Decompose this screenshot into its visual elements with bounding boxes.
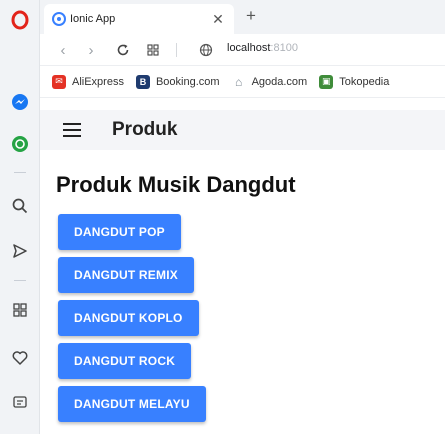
close-tab-icon[interactable]: ✕ [208,9,228,29]
bookmark-label: Agoda.com [251,75,308,88]
tabs-overview-icon[interactable] [142,39,164,61]
booking-icon: B [135,74,150,89]
dangdut-koplo-button[interactable]: DANGDUT KOPLO [58,300,199,336]
menu-icon[interactable] [54,112,90,148]
bookmark-agoda[interactable]: ⌂ Agoda.com [232,74,308,89]
toolbar-title: Produk [112,119,178,140]
address-divider [176,43,177,57]
ionic-favicon-icon [52,12,66,26]
back-icon[interactable]: ‹ [52,39,74,61]
tab-ionic-app[interactable]: Ionic App ✕ [44,4,234,34]
dangdut-rock-button[interactable]: DANGDUT ROCK [58,343,192,379]
bookmark-label: Tokopedia [339,75,390,88]
url-host: localhost [227,42,271,54]
app-toolbar: Produk [40,110,445,150]
bookmark-label: Booking.com [155,75,220,88]
history-icon[interactable] [6,388,34,416]
address-bar: ‹ › localhost:8100 [40,34,445,66]
bookmark-tokopedia[interactable]: ▣ Tokopedia [319,74,390,89]
reload-icon[interactable] [112,39,134,61]
genre-button-list: DANGDUT POP DANGDUT REMIX DANGDUT KOPLO … [58,214,206,429]
whatsapp-icon[interactable] [6,130,34,158]
browser-window: Ionic App ✕ + ‹ › localhost:8100 ✉ AliEx… [0,0,445,434]
agoda-icon: ⌂ [234,74,243,89]
dangdut-remix-button[interactable]: DANGDUT REMIX [58,257,194,293]
bookmarks-bar: ✉ AliExpress B Booking.com ⌂ Agoda.com ▣… [40,66,445,98]
page-title: Produk Musik Dangdut [56,172,296,197]
url-port: :8100 [270,42,298,54]
bookmark-label: AliExpress [72,75,124,88]
dangdut-pop-button[interactable]: DANGDUT POP [58,214,181,250]
globe-icon [195,39,217,61]
heart-icon[interactable] [6,344,34,372]
aliexpress-icon: ✉ [52,74,66,89]
search-icon[interactable] [6,192,34,220]
tabs-grid-icon[interactable] [6,296,34,324]
app-content: Produk Produk Musik Dangdut DANGDUT POP … [40,98,445,434]
bookmark-booking[interactable]: B Booking.com [135,74,220,89]
url-field[interactable]: localhost:8100 [227,42,298,54]
send-icon[interactable] [6,237,34,265]
dangdut-melayu-button[interactable]: DANGDUT MELAYU [58,386,206,422]
sidebar-divider [14,280,26,281]
opera-logo-icon[interactable] [6,6,34,34]
sidebar-divider [14,172,26,173]
tokopedia-icon: ▣ [319,74,334,89]
tab-strip: Ionic App ✕ + [40,0,445,34]
new-tab-button[interactable]: + [240,5,262,27]
bookmark-aliexpress[interactable]: ✉ AliExpress [52,74,124,89]
opera-sidebar [0,0,40,434]
tab-title: Ionic App [70,13,116,25]
messenger-icon[interactable] [6,88,34,116]
forward-icon[interactable]: › [80,39,102,61]
